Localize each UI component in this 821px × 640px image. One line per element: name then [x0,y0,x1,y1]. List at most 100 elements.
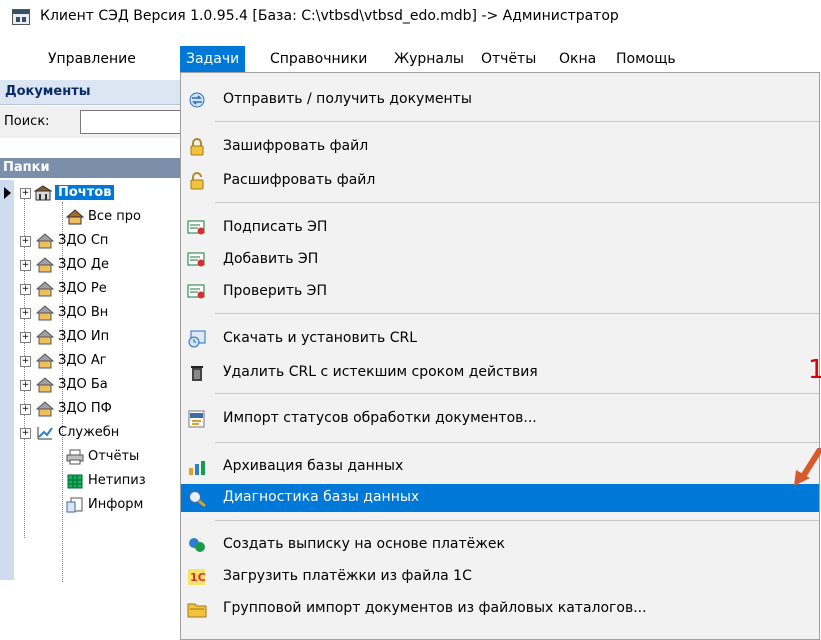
annotation-arrow-icon [794,448,821,486]
expand-icon[interactable]: + [20,284,31,295]
menu-item-group-import[interactable]: Групповой импорт документов из файловых … [181,595,819,623]
menu-item-label: Отправить / получить документы [223,91,472,107]
menu-item-label: Импорт статусов обработки документов... [223,410,537,426]
menu-otchety[interactable]: Отчёты [475,46,542,72]
tree-item-label: Почтов [55,185,115,200]
menu-item-label: Добавить ЭП [223,251,319,267]
folder-house-icon [36,377,54,393]
tree-item-label: ЗДО Де [58,257,110,272]
tree-item-label: ЗДО Сп [58,233,109,248]
diagnostics-icon [188,490,206,507]
expand-icon[interactable]: + [20,260,31,271]
folders-header: Папки [0,158,180,178]
menu-item-label: Загрузить платёжки из файла 1С [223,568,472,584]
tree-item-label: ЗДО Ба [58,377,108,392]
folder-house-icon [36,329,54,345]
tree-item-zdo-ip[interactable]: + ЗДО Ип [0,326,180,350]
tree-item-netipiz[interactable]: Нетипиз [0,470,180,494]
grid-cube-icon [67,474,83,489]
menu-item-create-statement[interactable]: Создать выписку на основе платёжек [181,531,819,559]
menu-separator [215,121,819,122]
menu-upravlenie[interactable]: Управление [42,46,142,72]
menu-item-decrypt[interactable]: Расшифровать файл [181,167,819,195]
current-row-arrow-icon [4,187,11,199]
expand-icon[interactable]: + [20,188,31,199]
tree-item-label: ЗДО Ип [58,329,110,344]
tree-item-pochtovye[interactable]: + Почтов [0,182,180,206]
menu-item-db-diagnostics[interactable]: Диагностика базы данных [181,484,819,512]
menu-item-import-statuses[interactable]: Импорт статусов обработки документов... [181,405,819,433]
expand-icon[interactable]: + [20,428,31,439]
tree-item-label: ЗДО Вн [58,305,109,320]
menu-item-label: Создать выписку на основе платёжек [223,536,505,552]
tree-item-label: Отчёты [88,449,140,464]
menu-item-verify-signature[interactable]: Проверить ЭП [181,278,819,306]
svg-text:1C: 1C [190,571,206,584]
tree-item-zdo-pf[interactable]: + ЗДО ПФ [0,398,180,422]
xml-import-icon [188,410,205,428]
menu-zadachi[interactable]: Задачи [180,46,246,72]
expand-icon[interactable]: + [20,332,31,343]
window-title: Клиент СЭД Версия 1.0.95.4 [База: C:\vtb… [40,8,619,24]
menu-item-archive-db[interactable]: Архивация базы данных [181,453,819,481]
menu-item-label: Расшифровать файл [223,172,376,188]
folder-house-icon [36,305,54,321]
menu-item-label: Скачать и установить CRL [223,330,418,346]
menu-item-sign[interactable]: Подписать ЭП [181,214,819,242]
printer-icon [66,449,84,465]
expand-icon[interactable]: + [20,404,31,415]
tree-item-zdo-sp[interactable]: + ЗДО Сп [0,230,180,254]
menu-item-label: Подписать ЭП [223,219,328,235]
tree-item-sluzhebnye[interactable]: + Служебн [0,422,180,446]
house-icon [66,209,84,225]
folders-header-label: Папки [3,160,50,175]
expand-icon[interactable]: + [20,356,31,367]
menu-zhurnaly[interactable]: Журналы [388,46,470,72]
folder-house-icon [36,281,54,297]
folder-house-icon [36,233,54,249]
menu-item-label: Проверить ЭП [223,283,327,299]
tree-item-zdo-re[interactable]: + ЗДО Ре [0,278,180,302]
expand-icon[interactable]: + [20,380,31,391]
menu-pomosh[interactable]: Помощь [610,46,682,72]
menu-okna[interactable]: Окна [553,46,602,72]
tree-item-label: ЗДО ПФ [58,401,112,416]
tree-item-zdo-vn[interactable]: + ЗДО Вн [0,302,180,326]
signature-icon [187,252,205,267]
tree-item-zdo-de[interactable]: + ЗДО Де [0,254,180,278]
info-doc-icon [66,497,83,513]
menu-item-delete-crl[interactable]: Удалить CRL с истекшим сроком действия [181,359,819,387]
menu-spravochniki[interactable]: Справочники [264,46,373,72]
documents-header-label: Документы [5,84,91,99]
send-receive-icon [189,92,205,108]
tree-item-label: Служебн [58,425,120,440]
lock-icon [190,138,204,156]
service-chart-icon [37,427,53,440]
expand-icon[interactable]: + [20,308,31,319]
menu-item-load-1c[interactable]: 1C Загрузить платёжки из файла 1С [181,563,819,591]
tree-item-label: ЗДО Ре [58,281,107,296]
menu-bar: Управление Задачи Справочники Журналы От… [0,46,821,72]
folder-import-icon [187,603,207,618]
menu-separator [215,520,819,521]
tree-item-inform[interactable]: Информ [0,494,180,518]
menu-item-encrypt[interactable]: Зашифровать файл [181,133,819,161]
tree-item-zdo-ag[interactable]: + ЗДО Аг [0,350,180,374]
menu-item-download-crl[interactable]: Скачать и установить CRL [181,325,819,353]
menu-item-send-receive[interactable]: Отправить / получить документы [181,86,819,114]
search-label: Поиск: [4,114,50,129]
tree-item-otchety[interactable]: Отчёты [0,446,180,470]
search-row: Поиск: [0,106,202,138]
folder-house-icon [36,353,54,369]
tree-item-vse[interactable]: Все про [0,206,180,230]
archive-icon [189,461,205,475]
documents-header: Документы [0,80,180,105]
statement-icon [189,538,205,552]
menu-item-label: Архивация базы данных [223,458,404,474]
expand-icon[interactable]: + [20,236,31,247]
menu-item-label: Удалить CRL с истекшим сроком действия [223,364,538,380]
menu-item-add-signature[interactable]: Добавить ЭП [181,246,819,274]
tree-item-zdo-ba[interactable]: + ЗДО Ба [0,374,180,398]
annotation-number: 1 [808,355,821,385]
import-1c-icon: 1C [188,569,206,585]
